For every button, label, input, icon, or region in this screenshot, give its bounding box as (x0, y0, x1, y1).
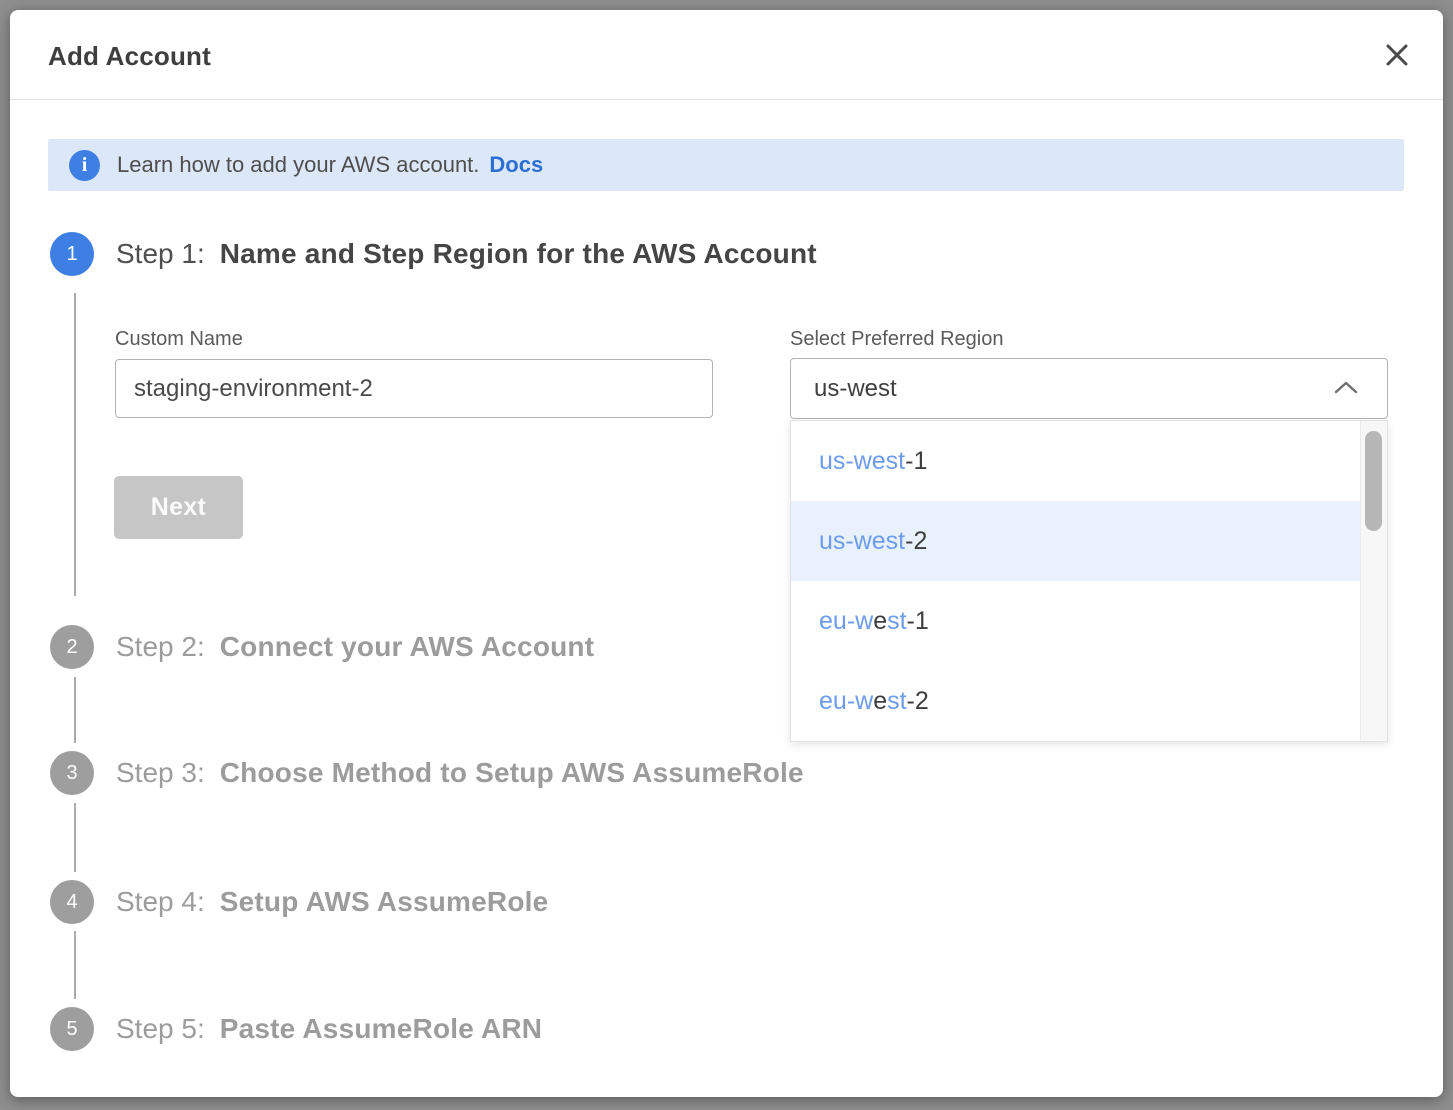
step-4-title: Setup AWS AssumeRole (220, 886, 549, 918)
info-icon: i (69, 150, 100, 181)
add-account-modal: Add Account i Learn how to add your AWS … (10, 10, 1443, 1097)
region-option-segment: e (873, 687, 887, 715)
step-connector-1 (74, 293, 76, 596)
info-banner: i Learn how to add your AWS account. Doc… (48, 139, 1404, 191)
docs-link[interactable]: Docs (489, 152, 543, 178)
region-option-eu-west-1[interactable]: eu-west-1 (791, 581, 1361, 661)
step-5-badge: 5 (50, 1007, 94, 1051)
step-4-badge: 4 (50, 880, 94, 924)
region-label: Select Preferred Region (790, 328, 1003, 351)
banner-text: Learn how to add your AWS account. (117, 152, 479, 178)
region-combobox[interactable] (790, 358, 1388, 419)
region-option-segment: -2 (905, 527, 927, 555)
region-option-segment: st (887, 687, 906, 715)
region-dropdown: us-west-1 us-west-2 eu-west-1 eu-west-2 (790, 420, 1388, 742)
close-icon (1384, 42, 1410, 68)
region-option-segment: eu-w (819, 607, 873, 635)
step-1-badge: 1 (50, 232, 94, 276)
custom-name-input[interactable] (115, 359, 713, 418)
region-option-segment: eu-w (819, 687, 873, 715)
step-4-prefix: Step 4: (116, 886, 205, 918)
step-connector-2 (74, 677, 76, 743)
step-connector-4 (74, 931, 76, 999)
step-2-badge: 2 (50, 625, 94, 669)
step-connector-3 (74, 803, 76, 872)
step-1-title: Name and Step Region for the AWS Account (220, 238, 817, 270)
step-1-header: 1 Step 1: Name and Step Region for the A… (50, 232, 817, 276)
step-3-badge: 3 (50, 751, 94, 795)
step-2-header: 2 Step 2: Connect your AWS Account (50, 625, 594, 669)
region-option-segment: -1 (907, 607, 929, 635)
step-3-header: 3 Step 3: Choose Method to Setup AWS Ass… (50, 751, 804, 795)
step-3-title: Choose Method to Setup AWS AssumeRole (220, 757, 804, 789)
region-option-list: us-west-1 us-west-2 eu-west-1 eu-west-2 (791, 421, 1361, 741)
region-option-segment: st (887, 607, 906, 635)
step-5-header: 5 Step 5: Paste AssumeRole ARN (50, 1007, 542, 1051)
close-button[interactable] (1377, 35, 1417, 75)
custom-name-label: Custom Name (115, 328, 243, 351)
region-option-segment: us-west (819, 527, 905, 555)
region-option-segment: us-west (819, 447, 905, 475)
modal-header: Add Account (10, 10, 1443, 100)
chevron-up-icon (1333, 379, 1359, 397)
region-option-segment: -2 (907, 687, 929, 715)
step-5-prefix: Step 5: (116, 1013, 205, 1045)
step-2-prefix: Step 2: (116, 631, 205, 663)
region-option-us-west-2[interactable]: us-west-2 (791, 501, 1361, 581)
step-5-title: Paste AssumeRole ARN (220, 1013, 542, 1045)
modal-title: Add Account (48, 10, 211, 100)
region-option-us-west-1[interactable]: us-west-1 (791, 421, 1361, 501)
step-3-prefix: Step 3: (116, 757, 205, 789)
dropdown-scrollbar-track[interactable] (1360, 421, 1387, 741)
region-input[interactable] (791, 359, 1291, 418)
region-option-eu-west-2[interactable]: eu-west-2 (791, 661, 1361, 741)
region-option-segment: -1 (905, 447, 927, 475)
step-2-title: Connect your AWS Account (220, 631, 595, 663)
region-option-segment: e (873, 607, 887, 635)
step-1-prefix: Step 1: (116, 238, 205, 270)
next-button[interactable]: Next (114, 476, 243, 539)
dropdown-scrollbar-thumb[interactable] (1365, 431, 1382, 531)
step-4-header: 4 Step 4: Setup AWS AssumeRole (50, 880, 548, 924)
